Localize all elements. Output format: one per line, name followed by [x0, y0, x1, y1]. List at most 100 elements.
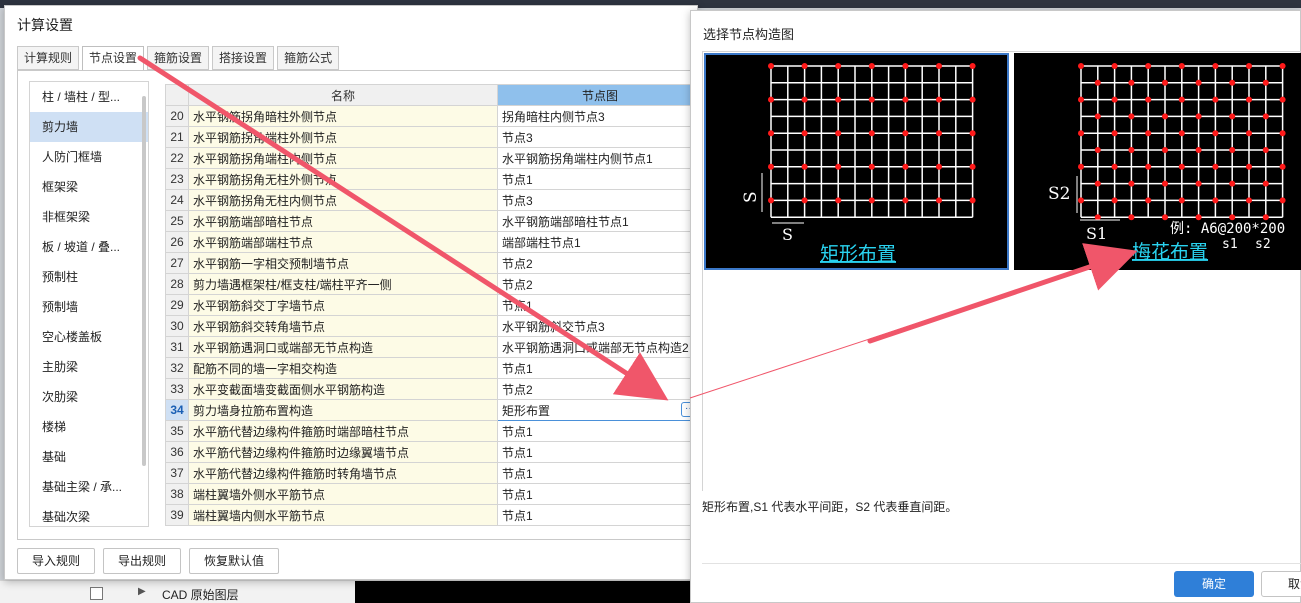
category-item[interactable]: 楼梯 — [30, 412, 148, 442]
category-item[interactable]: 人防门框墙 — [30, 142, 148, 172]
row-node-value[interactable]: 水平钢筋遇洞口或端部无节点构造2 — [497, 336, 703, 358]
tie-bar-dot — [1279, 130, 1286, 137]
row-node-value[interactable]: 水平钢筋端部暗柱节点1 — [497, 210, 703, 232]
row-node-value[interactable]: 节点1 — [497, 441, 703, 463]
table-row[interactable]: 32 配筋不同的墙一字相交构造 节点1 — [165, 357, 703, 379]
tab-stirrup-formula[interactable]: 箍筋公式 — [277, 46, 340, 70]
category-item-shear-wall[interactable]: 剪力墙 — [30, 112, 148, 142]
table-row[interactable]: 20 水平钢筋拐角暗柱外侧节点 拐角暗柱内侧节点3 — [165, 105, 703, 127]
tie-bar-dot — [835, 130, 842, 137]
table-row[interactable]: 28 剪力墙遇框架柱/框支柱/端柱平齐一侧 节点2 — [165, 273, 703, 295]
row-node-value[interactable]: 节点1 — [497, 504, 703, 526]
category-item[interactable]: 柱 / 墙柱 / 型... — [30, 82, 148, 112]
header-node[interactable]: 节点图 — [497, 84, 703, 106]
row-node-value[interactable]: 拐角暗柱内侧节点3 — [497, 105, 703, 127]
tie-bar-dot — [1128, 180, 1135, 187]
table-row[interactable]: 23 水平钢筋拐角无柱外侧节点 节点1 — [165, 168, 703, 190]
category-item[interactable]: 次肋梁 — [30, 382, 148, 412]
category-item[interactable]: 板 / 坡道 / 叠... — [30, 232, 148, 262]
category-item[interactable]: 预制墙 — [30, 292, 148, 322]
tie-bar-dot — [1229, 113, 1236, 120]
category-scrollbar[interactable] — [142, 96, 146, 466]
row-node-value[interactable]: 节点3 — [497, 126, 703, 148]
category-item[interactable]: 基础次梁 — [30, 502, 148, 526]
layer-checkbox[interactable] — [90, 587, 103, 600]
row-name: 水平钢筋斜交转角墙节点 — [188, 315, 498, 337]
tab-stirrup-settings[interactable]: 箍筋设置 — [147, 46, 210, 70]
node-value-text: 节点1 — [502, 172, 533, 187]
expand-arrow-icon[interactable]: ▶ — [138, 586, 146, 597]
tab-lap-settings[interactable]: 搭接设置 — [212, 46, 275, 70]
category-item[interactable]: 框架梁 — [30, 172, 148, 202]
tie-bar-dot — [1111, 63, 1118, 69]
table-row[interactable]: 30 水平钢筋斜交转角墙节点 水平钢筋斜交节点3 — [165, 315, 703, 337]
table-row[interactable]: 35 水平筋代替边缘构件箍筋时端部暗柱节点 节点1 — [165, 420, 703, 442]
table-row[interactable]: 22 水平钢筋拐角端柱内侧节点 水平钢筋拐角端柱内侧节点1 — [165, 147, 703, 169]
table-row[interactable]: 34剪力墙身拉筋布置构造矩形布置··· — [165, 399, 703, 421]
row-node-value[interactable]: 端部端柱节点1 — [497, 231, 703, 253]
row-name: 水平钢筋斜交丁字墙节点 — [188, 294, 498, 316]
row-node-value[interactable]: 节点1 — [497, 462, 703, 484]
table-row[interactable]: 27 水平钢筋一字相交预制墙节点 节点2 — [165, 252, 703, 274]
category-item[interactable]: 预制柱 — [30, 262, 148, 292]
header-name[interactable]: 名称 — [188, 84, 498, 106]
tie-bar-dot — [1195, 147, 1202, 153]
category-item[interactable]: 基础 — [30, 442, 148, 472]
import-rules-button[interactable]: 导入规则 — [17, 548, 96, 574]
category-item[interactable]: 主肋梁 — [30, 352, 148, 382]
cancel-button[interactable]: 取消 — [1261, 571, 1301, 597]
row-node-value[interactable]: 节点2 — [497, 273, 703, 295]
background-layer-panel: ▶ CAD 原始图层 — [0, 580, 700, 603]
diagram-option-staggered[interactable]: S2 S1 例: A6@200*200 s1 s2 梅花布置 — [1014, 53, 1301, 270]
category-item[interactable]: 非框架梁 — [30, 202, 148, 232]
category-item[interactable]: 空心楼盖板 — [30, 322, 148, 352]
row-node-value[interactable]: 节点1 — [497, 294, 703, 316]
row-node-value[interactable]: 节点2 — [497, 378, 703, 400]
export-rules-button[interactable]: 导出规则 — [103, 548, 182, 574]
tie-bar-dot — [835, 63, 842, 69]
table-row[interactable]: 37 水平筋代替边缘构件箍筋时转角墙节点 节点1 — [165, 462, 703, 484]
diagram-option-rectangular[interactable]: S S 矩形布置 — [704, 53, 1009, 270]
tie-bar-dot — [1229, 147, 1236, 153]
row-number: 39 — [165, 504, 189, 526]
row-node-value[interactable]: 矩形布置··· — [497, 399, 703, 421]
tab-node-settings[interactable]: 节点设置 — [82, 46, 145, 71]
table-row[interactable]: 38 端柱翼墙外侧水平筋节点 节点1 — [165, 483, 703, 505]
row-node-value[interactable]: 节点3 — [497, 189, 703, 211]
layer-label: CAD 原始图层 — [162, 588, 239, 602]
restore-defaults-button[interactable]: 恢复默认值 — [189, 548, 280, 574]
table-row[interactable]: 39 端柱翼墙内侧水平筋节点 节点1 — [165, 504, 703, 526]
s2-label: S2 — [1048, 184, 1070, 204]
category-item[interactable]: 基础主梁 / 承... — [30, 472, 148, 502]
row-number: 34 — [165, 399, 189, 421]
row-node-value[interactable]: 水平钢筋斜交节点3 — [497, 315, 703, 337]
table-row[interactable]: 25 水平钢筋端部暗柱节点 水平钢筋端部暗柱节点1 — [165, 210, 703, 232]
tie-bar-dot — [936, 130, 942, 137]
tie-bar-dot — [1246, 163, 1252, 170]
table-row[interactable]: 29 水平钢筋斜交丁字墙节点 节点1 — [165, 294, 703, 316]
tie-bar-dot — [1094, 214, 1101, 221]
row-node-value[interactable]: 节点1 — [497, 420, 703, 442]
select-node-diagram-dialog: 选择节点构造图 S S 矩形布置 S2 S1 例: A6@200*200 s1 … — [690, 10, 1301, 603]
table-row[interactable]: 26 水平钢筋端部端柱节点 端部端柱节点1 — [165, 231, 703, 253]
tie-bar-dot — [1094, 180, 1101, 187]
table-row[interactable]: 31 水平钢筋遇洞口或端部无节点构造 水平钢筋遇洞口或端部无节点构造2 — [165, 336, 703, 358]
dialog-title: 选择节点构造图 — [703, 27, 795, 42]
staggered-grid-diagram: S2 S1 例: A6@200*200 s1 s2 梅花布置 — [1048, 63, 1286, 263]
tie-bar-dot — [1111, 197, 1118, 204]
row-node-value[interactable]: 节点1 — [497, 483, 703, 505]
row-node-value[interactable]: 节点1 — [497, 357, 703, 379]
table-row[interactable]: 24 水平钢筋拐角无柱内侧节点 节点3 — [165, 189, 703, 211]
node-value-text: 节点3 — [502, 193, 533, 208]
confirm-button[interactable]: 确定 — [1174, 571, 1254, 597]
tie-bar-dot — [1078, 63, 1084, 69]
table-row[interactable]: 36 水平筋代替边缘构件箍筋时边缘翼墙节点 节点1 — [165, 441, 703, 463]
table-row[interactable]: 33 水平变截面墙变截面侧水平钢筋构造 节点2 — [165, 378, 703, 400]
table-row[interactable]: 21 水平钢筋拐角端柱外侧节点 节点3 — [165, 126, 703, 148]
tab-calc-rules[interactable]: 计算规则 — [17, 46, 80, 70]
tie-bar-dot — [1229, 214, 1236, 221]
row-node-value[interactable]: 节点1 — [497, 168, 703, 190]
row-node-value[interactable]: 节点2 — [497, 252, 703, 274]
staggered-caption: 梅花布置 — [1132, 241, 1208, 263]
row-node-value[interactable]: 水平钢筋拐角端柱内侧节点1 — [497, 147, 703, 169]
